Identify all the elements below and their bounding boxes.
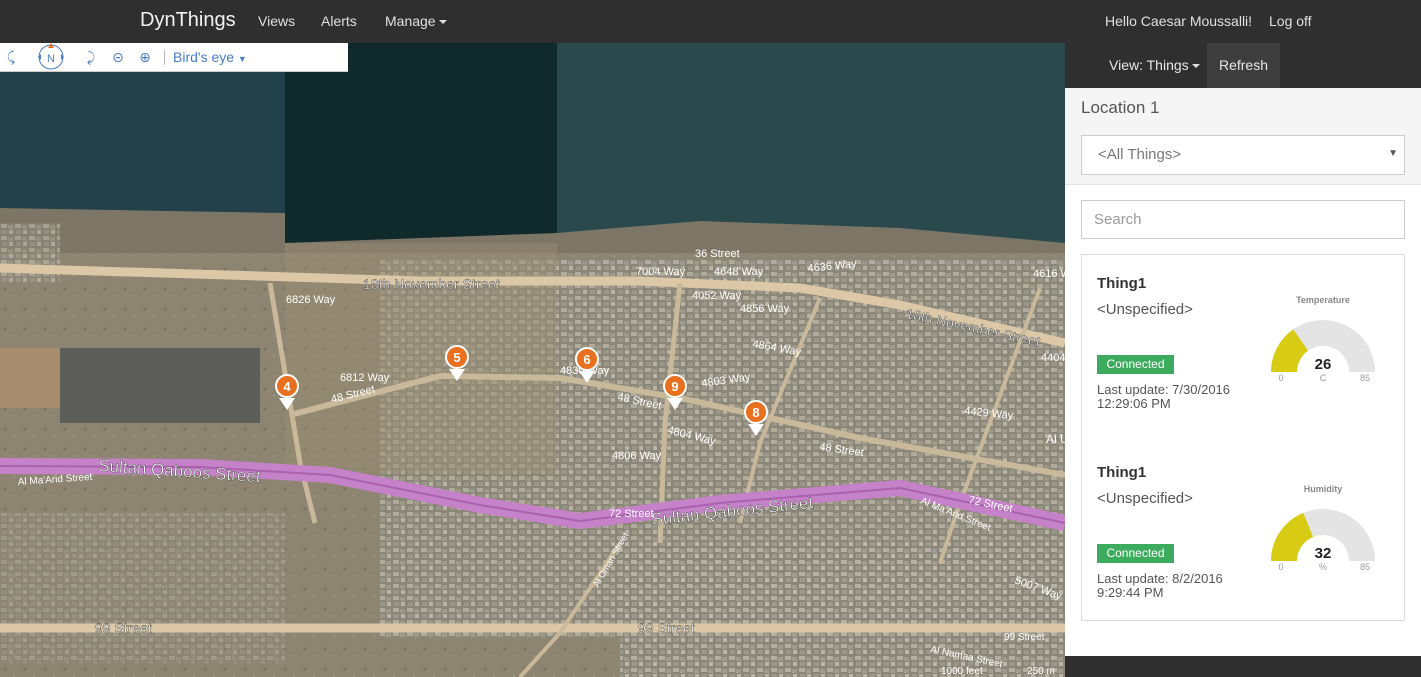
sidebar-footer — [1065, 656, 1421, 677]
gauge-max: 85 — [1360, 562, 1370, 572]
gauge-title: Humidity — [1304, 484, 1343, 494]
street-label: 99 Street — [638, 620, 695, 636]
nav-manage-label: Manage — [385, 13, 436, 29]
location-title: Location 1 — [1081, 98, 1160, 117]
chevron-down-icon — [1191, 64, 1200, 69]
street-label: 4806 Way — [612, 450, 662, 462]
street-label: 99 Street — [95, 620, 152, 636]
map-view[interactable]: 18th November Street 18th November Stree… — [0, 43, 1065, 677]
temperature-gauge: Temperature 26 C 0 85 — [1271, 295, 1375, 383]
thing-location: <Unspecified> — [1097, 490, 1193, 507]
street-label: 4856 Way — [740, 303, 790, 315]
pin-label: 6 — [583, 352, 590, 367]
chevron-down-icon — [438, 20, 447, 25]
thing-name: Thing1 — [1097, 464, 1147, 481]
gauge-unit: C — [1320, 373, 1327, 383]
view-things-dropdown[interactable]: View: Things — [1109, 57, 1200, 73]
street-label: Al U — [1046, 432, 1065, 446]
nav-alerts[interactable]: Alerts — [321, 13, 357, 29]
pin-label: 9 — [671, 379, 678, 394]
gauge-title: Temperature — [1296, 295, 1350, 305]
rotate-right-icon[interactable]: ⤸ — [82, 48, 100, 66]
status-badge: Connected — [1097, 355, 1174, 374]
street-label: 4616 W — [1033, 268, 1065, 280]
compass-label: N — [47, 53, 55, 65]
map-style-dropdown[interactable]: Bird's eye ▼ — [173, 49, 247, 65]
map-toolbar: ⤹ N ⤸ ⊝ ⊕ Bird's eye ▼ — [0, 43, 348, 72]
street-label: 6826 Way — [286, 294, 336, 306]
street-label: 6812 Way — [340, 372, 390, 384]
zoom-in-icon[interactable]: ⊕ — [136, 48, 154, 66]
thing-card[interactable]: Thing1 <Unspecified> Connected Last upda… — [1081, 254, 1405, 445]
chevron-down-icon: ▼ — [237, 54, 247, 64]
street-label: 4052 Way — [692, 290, 742, 302]
refresh-button[interactable]: Refresh — [1207, 43, 1280, 88]
street-label: 4404 — [1041, 352, 1065, 364]
gauge-value: 32 — [1315, 545, 1332, 562]
gauge-unit: % — [1319, 562, 1327, 572]
thing-name: Thing1 — [1097, 275, 1147, 292]
street-label: 4648 Way — [714, 266, 764, 278]
street-label: 99 Street — [1004, 632, 1045, 643]
last-update: Last update: 7/30/2016 12:29:06 PM — [1097, 382, 1231, 411]
pin-label: 5 — [453, 350, 460, 365]
rotate-left-icon[interactable]: ⤹ — [2, 48, 20, 66]
things-select-value: <All Things> — [1098, 146, 1182, 163]
search-input[interactable] — [1081, 200, 1405, 239]
gauge-min: 0 — [1278, 373, 1283, 383]
top-navbar: DynThings Views Alerts Manage Hello Caes… — [0, 0, 1421, 43]
things-select[interactable]: <All Things> ▼ — [1081, 135, 1405, 175]
nav-manage[interactable]: Manage — [385, 13, 447, 29]
user-greeting[interactable]: Hello Caesar Moussalli! — [1105, 13, 1252, 29]
chevron-down-icon: ▼ — [1388, 148, 1398, 159]
gauge-max: 85 — [1360, 373, 1370, 383]
brand-logo[interactable]: DynThings — [140, 9, 236, 32]
thing-location: <Unspecified> — [1097, 301, 1193, 318]
location-panel: Location 1 <All Things> ▼ — [1065, 88, 1421, 185]
gauge-min: 0 — [1278, 562, 1283, 572]
pin-label: 4 — [283, 379, 291, 394]
status-badge: Connected — [1097, 544, 1174, 563]
sidebar-toolbar: View: Things Refresh — [1065, 43, 1421, 88]
toolbar-divider — [164, 50, 165, 65]
scale-feet: 1000 feet — [941, 666, 983, 677]
compass-icon[interactable]: N — [30, 43, 72, 72]
zoom-out-icon[interactable]: ⊝ — [109, 48, 127, 66]
humidity-gauge: Humidity 32 % 0 85 — [1271, 484, 1375, 572]
street-label: 72 Street — [609, 508, 654, 520]
map-style-label: Bird's eye — [173, 49, 235, 65]
last-update: Last update: 8/2/2016 9:29:44 PM — [1097, 571, 1223, 600]
street-label: 7004 Way — [636, 266, 686, 278]
scale-meters: 250 m — [1027, 666, 1055, 677]
street-label: 18th November Street — [363, 276, 500, 292]
street-label: 36 Street — [695, 248, 740, 260]
gauge-value: 26 — [1315, 356, 1332, 373]
aerial-map[interactable]: 18th November Street 18th November Stree… — [0, 43, 1065, 677]
nav-views[interactable]: Views — [258, 13, 295, 29]
things-sidebar: View: Things Refresh Location 1 <All Thi… — [1065, 43, 1421, 656]
thing-card[interactable]: Thing1 <Unspecified> Connected Last upda… — [1081, 444, 1405, 621]
view-things-label: View: Things — [1109, 57, 1189, 73]
logoff-link[interactable]: Log off — [1269, 13, 1312, 29]
pin-label: 8 — [752, 405, 759, 420]
